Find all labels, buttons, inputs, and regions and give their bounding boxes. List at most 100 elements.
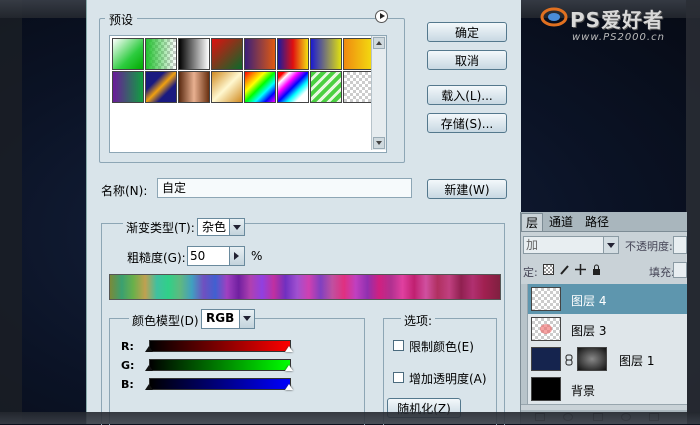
preset-swatch-list[interactable] (109, 35, 387, 153)
noise-gradient-preview (109, 274, 501, 300)
restrict-colors-label: 限制颜色(E) (409, 340, 474, 354)
watermark: PS爱好者 www.PS2000.cn (540, 4, 696, 48)
preset-swatch[interactable] (211, 71, 243, 103)
red-channel-label: R: (121, 340, 134, 353)
tab-paths[interactable]: 路径 (581, 213, 613, 231)
opacity-label: 不透明度: (625, 240, 673, 253)
layer-row[interactable]: 图层 1 (521, 344, 687, 375)
preset-swatch[interactable] (145, 38, 177, 70)
add-transparency-checkbox[interactable] (393, 372, 404, 383)
scroll-down-icon[interactable] (373, 137, 385, 149)
red-min-slider[interactable] (145, 346, 153, 352)
preset-swatch[interactable] (310, 71, 342, 103)
fill-label: 填充: (649, 266, 675, 279)
layer-row[interactable]: 图层 4 (521, 284, 687, 315)
roughness-slider-arrow-icon[interactable] (229, 247, 244, 265)
lock-brush-icon[interactable] (559, 264, 570, 275)
presets-label: 预设 (105, 11, 138, 28)
bottom-frame (0, 412, 700, 424)
layer-mask-thumbnail (577, 347, 607, 371)
red-max-slider[interactable] (285, 346, 293, 352)
name-label: 名称(N): (101, 184, 148, 198)
blue-max-slider[interactable] (285, 384, 293, 390)
load-button[interactable]: 载入(L)... (427, 85, 507, 105)
watermark-title: PS爱好者 (570, 8, 665, 32)
red-channel-bar[interactable] (149, 340, 291, 352)
preset-swatch[interactable] (112, 38, 144, 70)
visibility-toggle[interactable] (521, 314, 528, 344)
blend-mode-value: 加 (526, 238, 539, 252)
layer-thumbnail (531, 377, 561, 401)
preset-menu-arrow-icon[interactable] (375, 10, 388, 23)
gradient-type-value: 杂色 (202, 220, 227, 234)
layer-name: 图层 3 (571, 324, 607, 338)
save-button[interactable]: 存储(S)... (427, 113, 507, 133)
preset-swatch[interactable] (178, 71, 210, 103)
lock-move-icon[interactable] (575, 264, 586, 275)
blue-min-slider[interactable] (145, 384, 153, 390)
layer-thumbnail (531, 287, 561, 311)
color-model-label: 颜色模型(D) (129, 312, 202, 329)
chain-link-icon[interactable] (565, 354, 573, 366)
green-min-slider[interactable] (145, 365, 153, 371)
ok-button[interactable]: 确定 (427, 22, 507, 42)
roughness-input[interactable]: 50 (187, 246, 245, 266)
gradient-type-select[interactable]: 杂色 (197, 218, 245, 236)
layer-thumbnail (531, 347, 561, 371)
gradient-editor-dialog: 预设 确定 取消 载入(L)... 存储(S)... 名称(N): 自定 新建(… (86, 0, 521, 425)
options-label: 选项: (401, 312, 436, 329)
fill-input[interactable] (673, 262, 687, 278)
preset-swatch[interactable] (211, 38, 243, 70)
restrict-colors-checkbox[interactable] (393, 340, 404, 351)
green-max-slider[interactable] (285, 365, 293, 371)
preset-swatch[interactable] (310, 38, 342, 70)
layers-panel: 层 通道 路径 加 不透明度: 定: 填充: 图层 4 图层 3 图层 1 背景 (520, 212, 687, 424)
right-frame (686, 0, 700, 424)
color-model-group (109, 318, 365, 425)
blend-mode-select[interactable]: 加 (523, 236, 619, 254)
blue-channel-bar[interactable] (149, 378, 291, 390)
tab-channels[interactable]: 通道 (545, 213, 577, 231)
layer-row[interactable]: 图层 3 (521, 314, 687, 345)
name-input[interactable]: 自定 (157, 178, 412, 198)
tab-layers[interactable]: 层 (521, 213, 543, 231)
lock-all-icon[interactable] (591, 264, 602, 275)
green-channel-bar[interactable] (149, 359, 291, 371)
layers-panel-tabs: 层 通道 路径 (521, 212, 687, 232)
chevron-down-icon[interactable] (239, 310, 254, 328)
visibility-toggle[interactable] (521, 344, 528, 374)
preset-swatch[interactable] (112, 71, 144, 103)
blue-channel-label: B: (121, 378, 134, 391)
layer-row[interactable]: 背景 (521, 374, 687, 405)
visibility-toggle[interactable] (521, 374, 528, 404)
layer-name: 图层 1 (619, 354, 655, 368)
visibility-toggle[interactable] (521, 284, 528, 314)
preset-swatch[interactable] (178, 38, 210, 70)
preset-swatch[interactable] (277, 38, 309, 70)
ps-logo-icon (540, 7, 568, 27)
color-model-value: RGB (206, 311, 235, 325)
preset-swatch[interactable] (145, 71, 177, 103)
chevron-down-icon[interactable] (603, 237, 618, 253)
percent-unit: % (251, 249, 263, 263)
left-frame (0, 0, 22, 424)
lock-label: 定: (523, 266, 538, 279)
color-model-select[interactable]: RGB (201, 309, 255, 329)
lock-transparent-icon[interactable] (543, 264, 554, 275)
gradient-type-label: 渐变类型(T): (123, 219, 198, 236)
green-channel-label: G: (121, 359, 135, 372)
preset-swatch[interactable] (277, 71, 309, 103)
presets-scrollbar[interactable] (371, 36, 386, 150)
new-button[interactable]: 新建(W) (427, 179, 507, 199)
scroll-up-icon[interactable] (373, 37, 385, 49)
cancel-button[interactable]: 取消 (427, 50, 507, 70)
watermark-url: www.PS2000.cn (572, 32, 665, 43)
layer-name: 图层 4 (571, 294, 607, 308)
roughness-value: 50 (190, 249, 206, 263)
preset-swatch[interactable] (244, 38, 276, 70)
chevron-down-icon[interactable] (229, 219, 244, 235)
layer-thumbnail (531, 317, 561, 341)
opacity-input[interactable] (673, 236, 687, 254)
preset-swatch[interactable] (244, 71, 276, 103)
roughness-label: 粗糙度(G): (127, 251, 186, 265)
